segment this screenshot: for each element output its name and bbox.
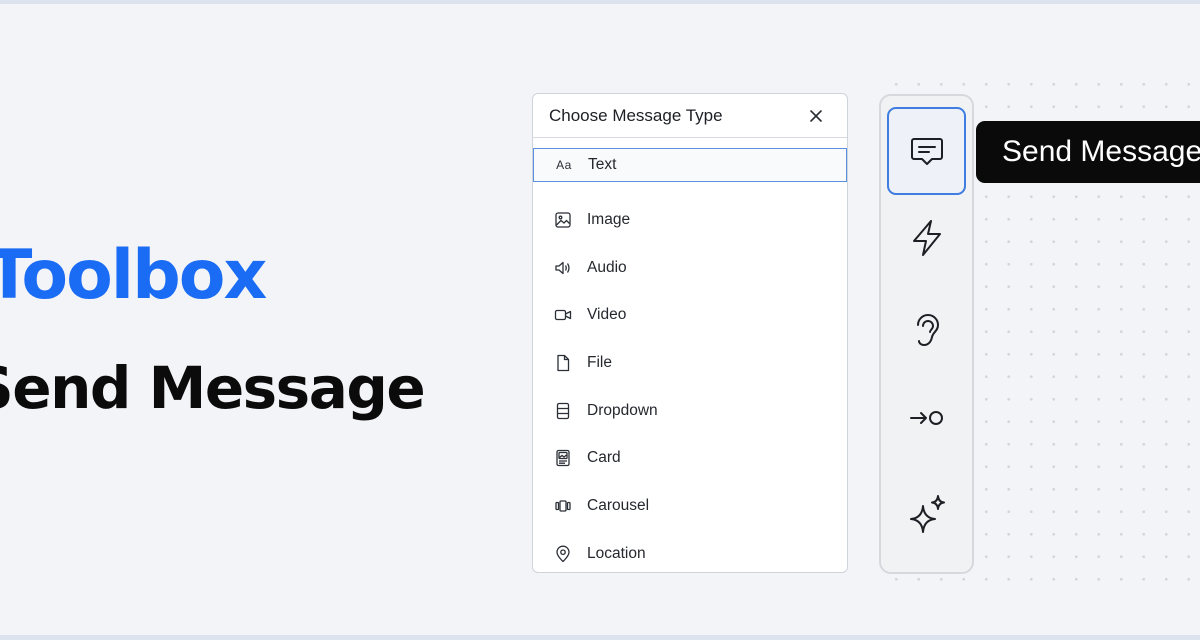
- file-icon: [553, 353, 573, 373]
- list-item-text[interactable]: Aa Text: [533, 148, 847, 182]
- list-item-file[interactable]: File: [533, 339, 847, 387]
- hero-subtitle: Send Message: [0, 354, 426, 422]
- list-item-label: Dropdown: [587, 401, 658, 419]
- list-item-location[interactable]: Location: [533, 530, 847, 572]
- hero: Toolbox Send Message: [0, 0, 520, 640]
- card-icon: [553, 448, 573, 468]
- tooltip: Send Message: [976, 121, 1200, 183]
- list-item-label: Location: [587, 544, 646, 562]
- carousel-icon: [553, 496, 573, 516]
- text-icon: Aa: [556, 158, 572, 172]
- location-pin-icon: [553, 544, 573, 564]
- message-type-list: Aa Text Image Audio Video File Dropdown …: [533, 138, 847, 572]
- list-item-carousel[interactable]: Carousel: [533, 482, 847, 530]
- list-item-label: Audio: [587, 258, 627, 276]
- list-item-card[interactable]: Card: [533, 434, 847, 482]
- tool-action[interactable]: [887, 194, 966, 282]
- list-item-label: Carousel: [587, 496, 650, 514]
- toolbox-sidebar: [879, 94, 974, 574]
- panel-title: Choose Message Type: [549, 105, 723, 125]
- tool-send-message[interactable]: [887, 107, 966, 195]
- panel-header: Choose Message Type: [533, 94, 847, 138]
- lightning-icon: [912, 220, 941, 256]
- hero-title: Toolbox: [0, 236, 267, 315]
- list-item-label: Image: [587, 210, 631, 228]
- image-icon: [553, 210, 573, 230]
- list-item-label: Video: [587, 306, 627, 324]
- arrow-to-circle-icon: [909, 411, 943, 425]
- list-item-dropdown[interactable]: Dropdown: [533, 387, 847, 435]
- tool-listen[interactable]: [887, 284, 966, 372]
- video-camera-icon: [553, 305, 573, 325]
- message-type-panel: Choose Message Type Aa Text Image Audio …: [532, 93, 848, 573]
- message-icon: [910, 138, 943, 165]
- tool-ai[interactable]: [887, 471, 966, 559]
- list-item-label: File: [587, 353, 612, 371]
- close-icon: [810, 109, 822, 122]
- list-item-audio[interactable]: Audio: [533, 244, 847, 292]
- close-button[interactable]: [807, 107, 825, 125]
- sparkles-icon: [909, 495, 945, 533]
- speaker-icon: [553, 258, 573, 278]
- dropdown-icon: [553, 401, 573, 421]
- list-item-label: Card: [587, 449, 621, 467]
- ear-icon: [916, 314, 939, 347]
- list-item-video[interactable]: Video: [533, 291, 847, 339]
- list-item-label: Text: [588, 156, 617, 173]
- tooltip-text: Send Message: [1002, 135, 1200, 168]
- tool-go-to[interactable]: [887, 374, 966, 462]
- list-item-image[interactable]: Image: [533, 196, 847, 244]
